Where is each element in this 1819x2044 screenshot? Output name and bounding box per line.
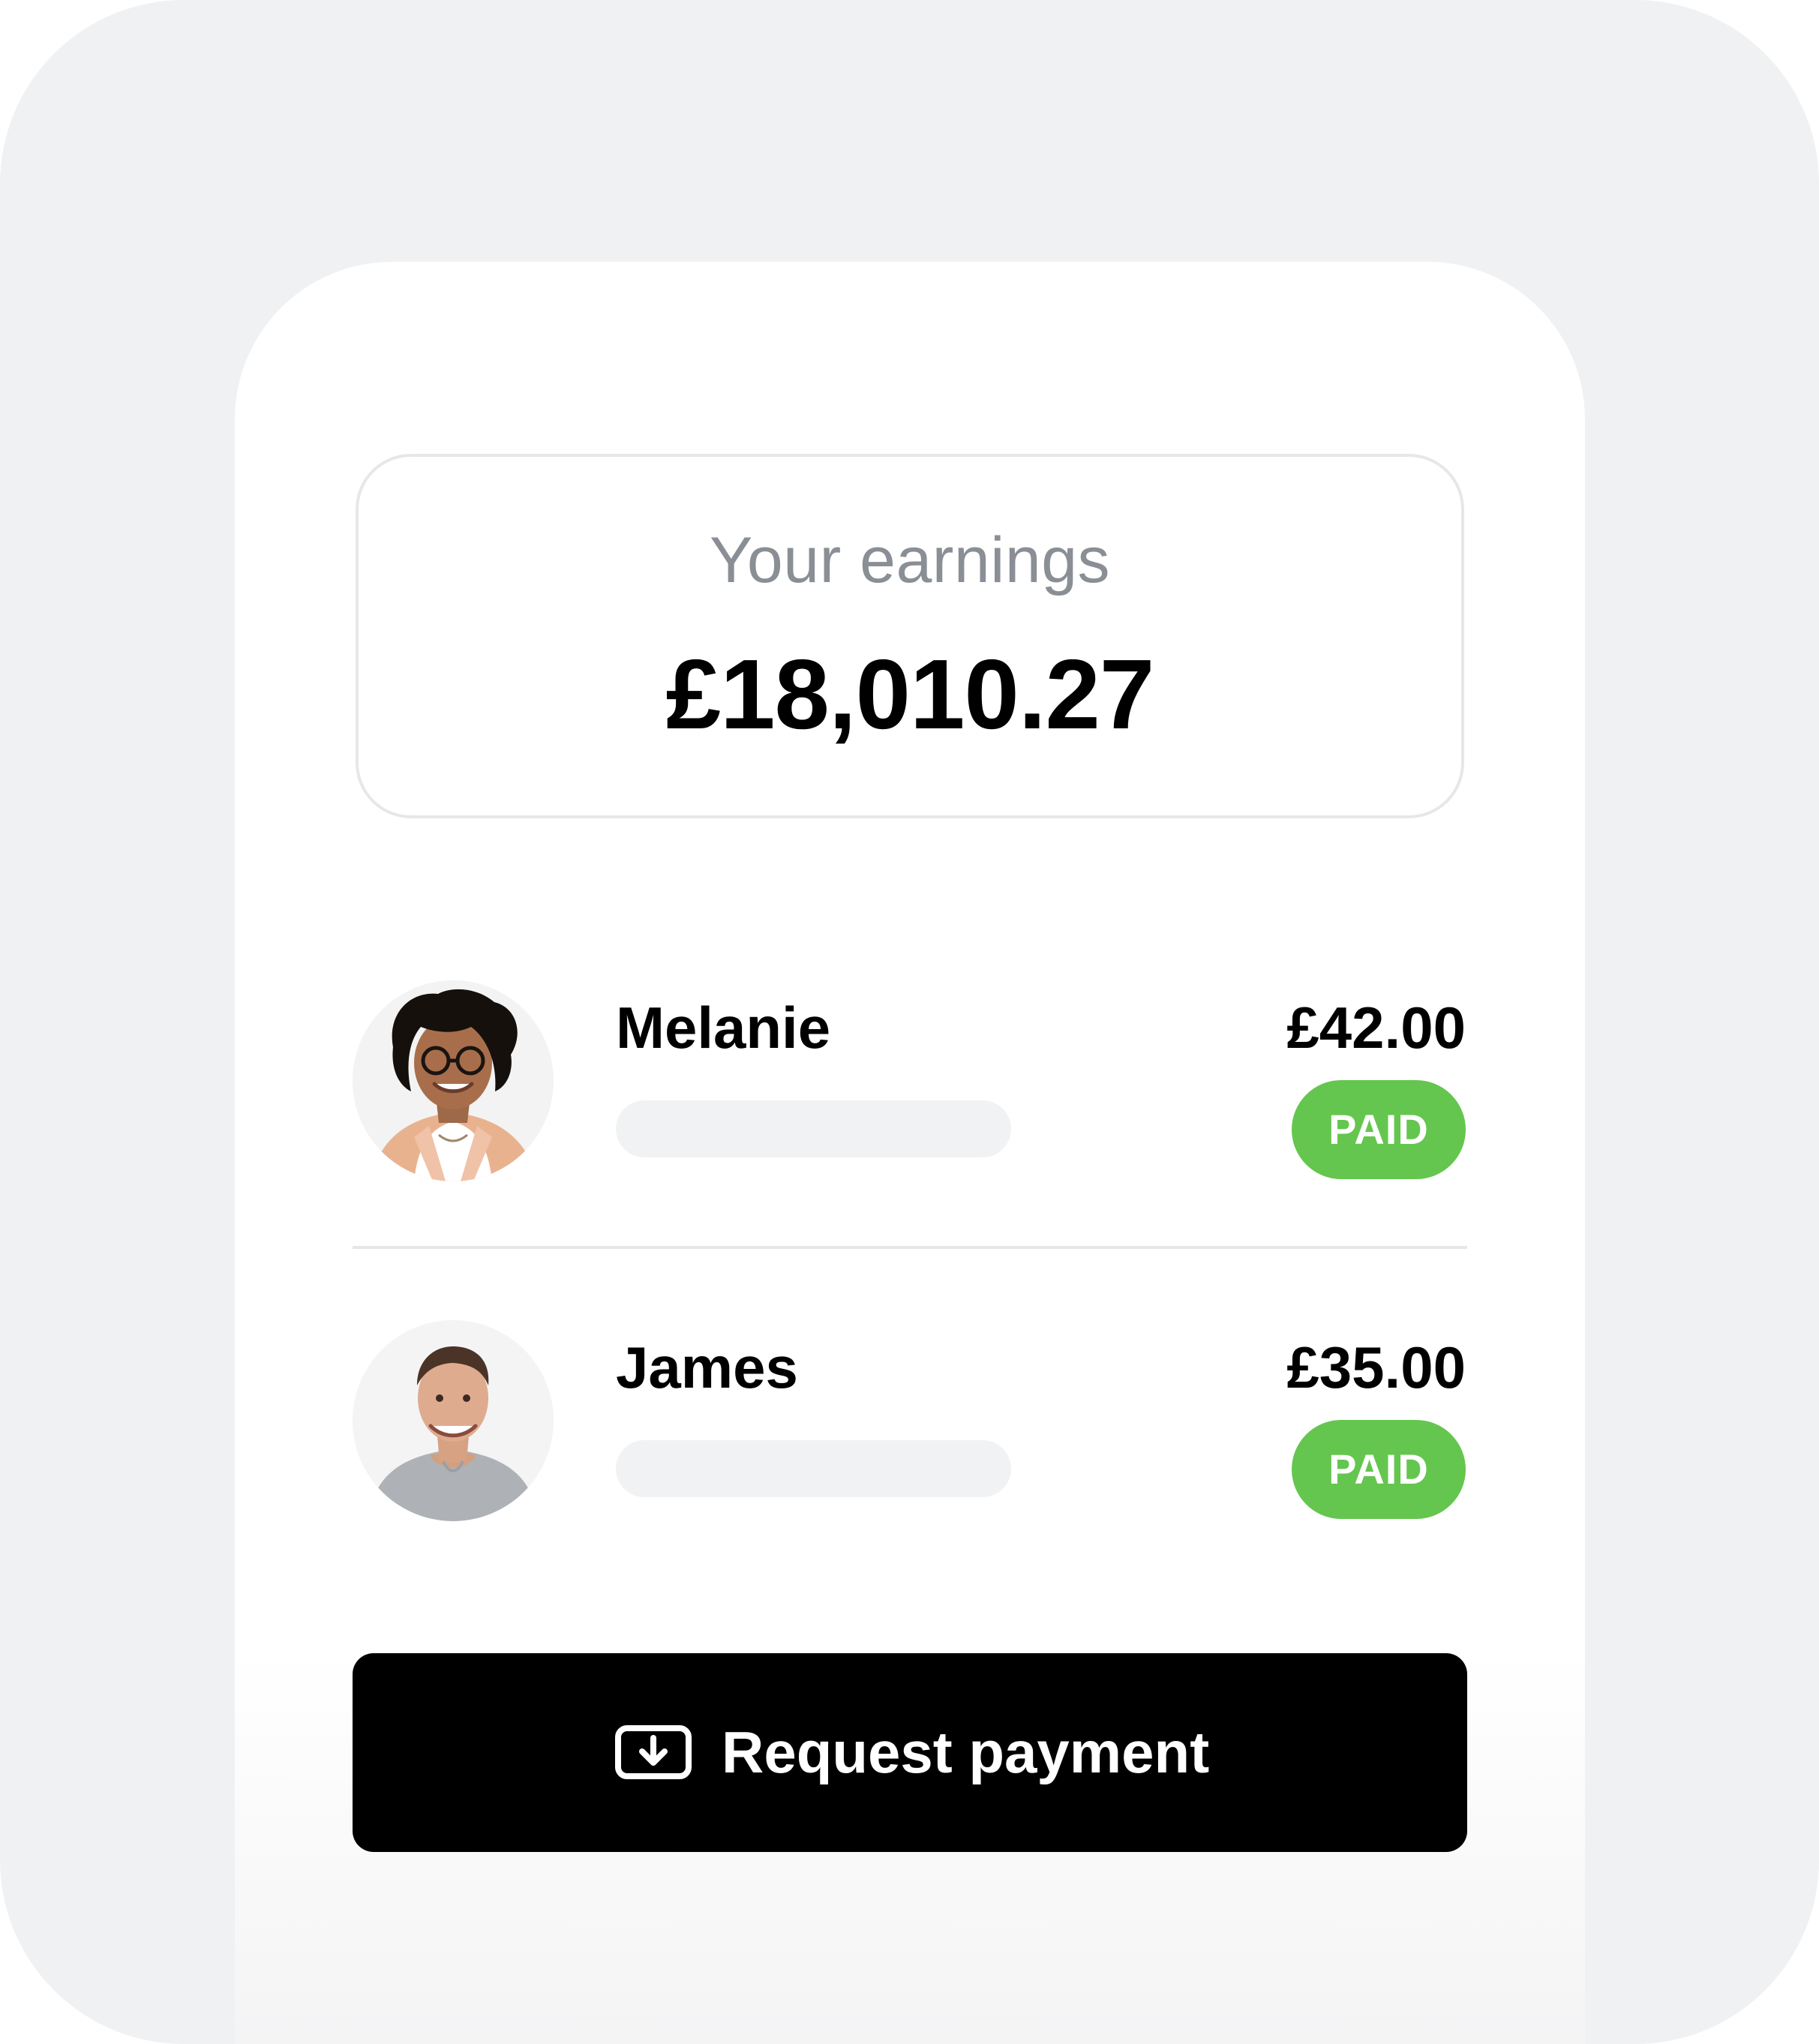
row-divider <box>353 1246 1467 1249</box>
status-badge: PAID <box>1292 1080 1466 1179</box>
earnings-card: Your earnings £18,010.27 <box>356 454 1464 818</box>
status-badge: PAID <box>1292 1420 1466 1519</box>
payment-amount: £35.00 <box>1286 1334 1466 1400</box>
earnings-amount: £18,010.27 <box>665 639 1155 749</box>
app-screen: Your earnings £18,010.27 Melanie £42.00 … <box>0 0 1819 2044</box>
payment-row-james[interactable]: James £35.00 PAID <box>353 1319 1467 1522</box>
payment-row-melanie[interactable]: Melanie £42.00 PAID <box>353 980 1467 1182</box>
client-name: James <box>616 1334 798 1400</box>
melanie-avatar <box>353 980 554 1181</box>
detail-placeholder <box>616 1440 1011 1497</box>
request-payment-button[interactable]: Request payment <box>353 1653 1467 1852</box>
request-payment-label: Request payment <box>722 1719 1210 1785</box>
detail-placeholder <box>616 1100 1011 1157</box>
payment-amount: £42.00 <box>1286 995 1466 1061</box>
download-tray-icon <box>615 1725 692 1779</box>
earnings-label: Your earnings <box>709 524 1111 596</box>
james-avatar-image <box>353 1320 554 1521</box>
client-name: Melanie <box>616 995 831 1061</box>
james-avatar <box>353 1320 554 1521</box>
melanie-avatar-image <box>353 980 554 1181</box>
